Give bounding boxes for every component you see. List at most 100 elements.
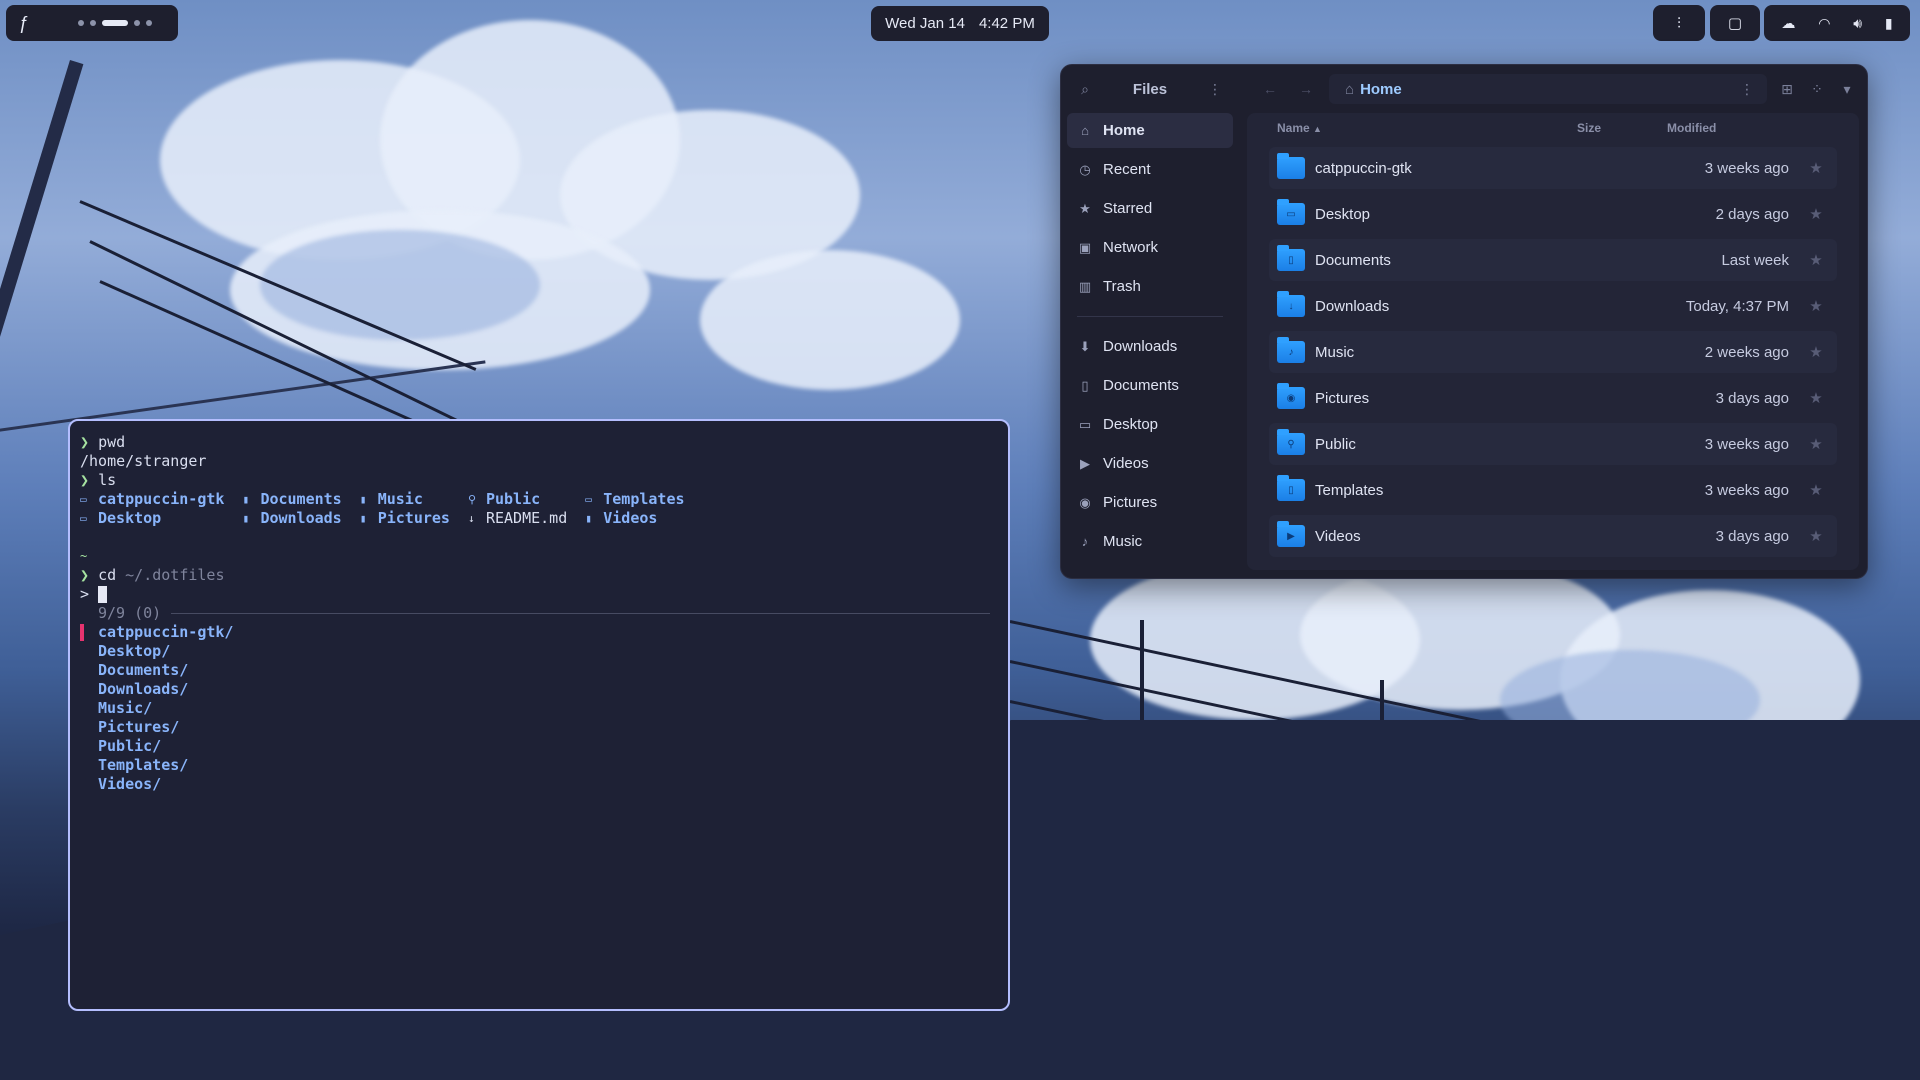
- column-header-modified[interactable]: Modified: [1667, 121, 1787, 135]
- search-icon[interactable]: ⌕: [1075, 81, 1095, 98]
- fzf-item[interactable]: Pictures/: [80, 718, 998, 737]
- file-row[interactable]: ◉ Pictures 3 days ago ★: [1269, 377, 1837, 419]
- file-row[interactable]: ▶ Videos 3 days ago ★: [1269, 515, 1837, 557]
- file-name: Pictures: [1315, 389, 1370, 407]
- star-icon[interactable]: ★: [1807, 297, 1825, 315]
- sidebar-divider: [1077, 316, 1223, 317]
- ls-entry: ▭ Templates: [585, 490, 684, 509]
- fzf-item[interactable]: Templates/: [80, 756, 998, 775]
- workspace-dot[interactable]: [102, 20, 128, 26]
- ls-entry-name: Desktop: [98, 509, 162, 527]
- fzf-item[interactable]: Public/: [80, 737, 998, 756]
- path-menu-icon[interactable]: ⋮: [1737, 81, 1757, 98]
- ls-entry: ▭ catppuccin-gtk: [80, 490, 224, 509]
- ls-entry-name: Videos: [603, 509, 658, 527]
- fzf-item[interactable]: Desktop/: [80, 642, 998, 661]
- star-icon[interactable]: ★: [1807, 343, 1825, 361]
- volume-icon: 🔊︎: [1853, 14, 1863, 31]
- ls-entry-name: Templates: [603, 490, 685, 508]
- clipboard-button[interactable]: ▢: [1710, 5, 1760, 41]
- view-options-chevron-icon[interactable]: ▾: [1837, 81, 1857, 98]
- fzf-item[interactable]: catppuccin-gtk/: [80, 623, 998, 642]
- folder-icon: ⚲: [1277, 429, 1305, 455]
- system-status-menu[interactable]: ☁ ◠ 🔊︎ ▮: [1764, 5, 1910, 41]
- file-row[interactable]: ▭ Desktop 2 days ago ★: [1269, 193, 1837, 235]
- wifi-icon: ◠: [1818, 14, 1831, 31]
- sidebar-item-desktop[interactable]: ▭ Desktop: [1067, 407, 1233, 442]
- file-type-icon: ▭: [80, 512, 87, 525]
- star-icon[interactable]: ★: [1807, 251, 1825, 269]
- text-cursor[interactable]: [98, 586, 108, 603]
- sidebar-item-videos[interactable]: ▶ Videos: [1067, 446, 1233, 481]
- file-modified: 3 weeks ago: [1704, 481, 1789, 499]
- breadcrumb[interactable]: ⌂ Home: [1345, 81, 1402, 98]
- path-bar[interactable]: ⌂ Home ⋮: [1329, 74, 1767, 104]
- sidebar-item-starred[interactable]: ★ Starred: [1067, 191, 1233, 226]
- ls-entry: ▮ Music: [360, 490, 450, 509]
- star-icon[interactable]: ★: [1807, 481, 1825, 499]
- forward-arrow-icon[interactable]: →: [1293, 81, 1319, 97]
- sidebar-item-label: Recent: [1103, 161, 1151, 178]
- new-folder-icon[interactable]: ⊞: [1777, 81, 1797, 98]
- ls-entry: ▮ Documents: [242, 490, 341, 509]
- file-name: Documents: [1315, 251, 1391, 269]
- workspace-dot[interactable]: [134, 20, 140, 26]
- folder-icon: ◉: [1277, 383, 1305, 409]
- star-icon[interactable]: ★: [1807, 205, 1825, 223]
- star-icon: ★: [1079, 200, 1091, 216]
- ls-entry-name: catppuccin-gtk: [98, 490, 225, 508]
- file-type-icon: ▭: [80, 493, 87, 506]
- file-row[interactable]: ⚲ Public 3 weeks ago ★: [1269, 423, 1837, 465]
- grid-view-icon[interactable]: ⁘: [1807, 81, 1827, 98]
- ls-entry: ▮ Pictures: [360, 509, 450, 528]
- workspace-dot[interactable]: [78, 20, 84, 26]
- ls-entry-name: Music: [377, 490, 423, 508]
- file-name: Templates: [1315, 481, 1384, 499]
- prompt-symbol: ❯: [80, 433, 90, 451]
- fzf-item[interactable]: Downloads/: [80, 680, 998, 699]
- folder-icon: ↓: [1277, 291, 1305, 317]
- file-row[interactable]: catppuccin-gtk 3 weeks ago ★: [1269, 147, 1837, 189]
- workspace-indicator[interactable]: ƒ: [6, 5, 178, 41]
- sidebar-item-trash[interactable]: ▥ Trash: [1067, 269, 1233, 304]
- file-row[interactable]: ↓ Downloads Today, 4:37 PM ★: [1269, 285, 1837, 327]
- fzf-item[interactable]: Videos/: [80, 775, 998, 794]
- sidebar-item-home[interactable]: ⌂ Home: [1067, 113, 1233, 148]
- file-row[interactable]: ♪ Music 2 weeks ago ★: [1269, 331, 1837, 373]
- sidebar-item-documents[interactable]: ▯ Documents: [1067, 368, 1233, 403]
- folder-icon: ▯: [1277, 245, 1305, 271]
- sidebar-item-recent[interactable]: ◷ Recent: [1067, 152, 1233, 187]
- camera-icon: ◉: [1079, 494, 1091, 510]
- star-icon[interactable]: ★: [1807, 435, 1825, 453]
- terminal-window[interactable]: ❯ pwd /home/stranger ❯ ls ▭ catppuccin-gt…: [68, 419, 1010, 1011]
- file-modified: Last week: [1721, 251, 1789, 269]
- kebab-menu-icon[interactable]: ⋮: [1205, 81, 1225, 98]
- sidebar-item-label: Trash: [1103, 278, 1141, 295]
- ls-entry: ⚲ Public: [468, 490, 567, 509]
- sidebar-item-downloads[interactable]: ⬇ Downloads: [1067, 329, 1233, 364]
- fzf-count: 9/9 (0): [98, 604, 162, 622]
- ls-column: ▮ Documents ▮ Downloads: [242, 490, 341, 528]
- fzf-item[interactable]: Documents/: [80, 661, 998, 680]
- workspace-dot[interactable]: [90, 20, 96, 26]
- clock[interactable]: Wed Jan 14 4:42 PM: [871, 6, 1049, 41]
- ls-entry-name: README.md: [485, 509, 568, 527]
- file-row[interactable]: ▯ Documents Last week ★: [1269, 239, 1837, 281]
- sidebar-item-pictures[interactable]: ◉ Pictures: [1067, 485, 1233, 520]
- sidebar-item-music[interactable]: ♪ Music: [1067, 524, 1233, 559]
- workspace-dots[interactable]: [78, 20, 152, 26]
- workspace-dot[interactable]: [146, 20, 152, 26]
- star-icon[interactable]: ★: [1807, 389, 1825, 407]
- file-modified: Today, 4:37 PM: [1685, 297, 1789, 315]
- fzf-item[interactable]: Music/: [80, 699, 998, 718]
- star-icon[interactable]: ★: [1807, 527, 1825, 545]
- star-icon[interactable]: ★: [1807, 159, 1825, 177]
- equalizer-button[interactable]: ⫶: [1653, 5, 1705, 41]
- fedora-logo-icon[interactable]: ƒ: [6, 5, 42, 41]
- network-icon: ▣: [1078, 239, 1092, 255]
- column-header-name[interactable]: Name ▲: [1247, 121, 1577, 135]
- file-row[interactable]: ▯ Templates 3 weeks ago ★: [1269, 469, 1837, 511]
- back-arrow-icon[interactable]: ←: [1257, 81, 1283, 97]
- sidebar-item-network[interactable]: ▣ Network: [1067, 230, 1233, 265]
- column-header-size[interactable]: Size: [1577, 121, 1667, 135]
